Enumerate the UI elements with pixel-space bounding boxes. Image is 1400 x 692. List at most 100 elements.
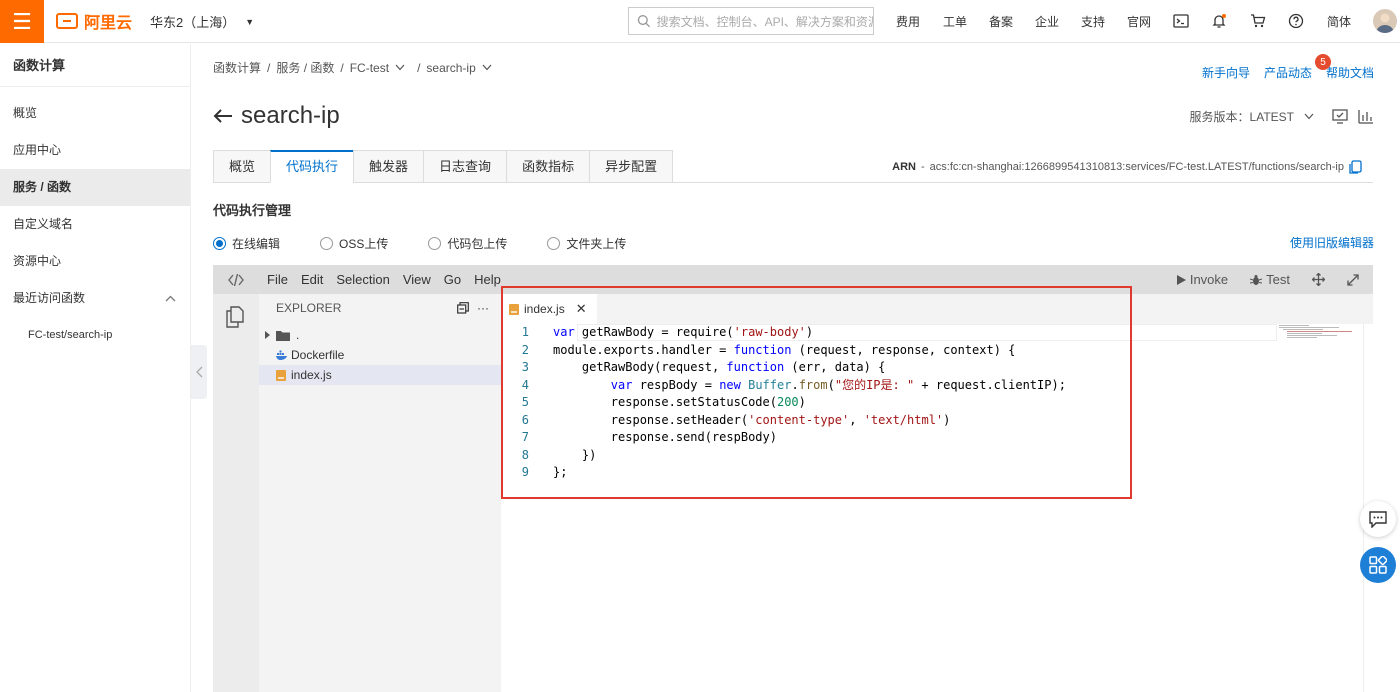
radio-dot <box>320 237 334 250</box>
ide-menu-help[interactable]: Help <box>474 272 501 287</box>
test-button[interactable]: Test <box>1250 272 1290 287</box>
avatar[interactable] <box>1373 9 1397 33</box>
hamburger-menu-button[interactable]: ☰ <box>0 0 44 43</box>
code-text: response.setHeader('content-type', 'text… <box>553 412 951 427</box>
close-icon[interactable]: ✕ <box>576 301 587 317</box>
news-link[interactable]: 产品动态 <box>1264 64 1312 81</box>
helper-links: 新手向导 产品动态 帮助文档 <box>1202 64 1374 81</box>
code-area[interactable]: 1 var getRawBody = require('raw-body') 2m… <box>501 324 1363 494</box>
apps-icon <box>1369 556 1387 574</box>
tab-logs[interactable]: 日志查询 <box>423 150 507 183</box>
metrics-icon[interactable] <box>1358 109 1374 124</box>
tab-async-config[interactable]: 异步配置 <box>589 150 674 183</box>
code-line: 9}; <box>501 464 1363 482</box>
ide-menu-edit[interactable]: Edit <box>301 272 323 287</box>
cart-icon[interactable] <box>1248 11 1268 31</box>
ide-menu-selection[interactable]: Selection <box>336 272 389 287</box>
breadcrumb-services[interactable]: 服务 / 函数 <box>276 59 334 76</box>
radio-oss-upload[interactable]: OSS上传 <box>320 235 388 252</box>
sidebar-item-app-center[interactable]: 应用中心 <box>0 132 190 169</box>
nav-support[interactable]: 支持 <box>1081 0 1105 43</box>
feedback-button[interactable] <box>1360 501 1396 537</box>
docs-link[interactable]: 帮助文档 <box>1326 64 1374 81</box>
sidebar-collapse-handle[interactable] <box>191 345 207 399</box>
radio-folder-upload[interactable]: 文件夹上传 <box>547 235 626 252</box>
fullscreen-icon[interactable] <box>1347 273 1359 286</box>
ide-menu-go[interactable]: Go <box>444 272 461 287</box>
region-selector[interactable]: 华东2（上海） ▼ <box>150 0 254 43</box>
radio-online-edit[interactable]: 在线编辑 <box>213 235 280 252</box>
explorer-header: EXPLORER ··· <box>259 294 501 322</box>
nav-tickets[interactable]: 工单 <box>943 0 967 43</box>
current-line-highlight <box>577 324 1277 341</box>
breadcrumb-fc[interactable]: 函数计算 <box>213 59 261 76</box>
tree-file-label: Dockerfile <box>291 348 345 362</box>
line-number: 8 <box>521 447 529 462</box>
chevron-left-icon <box>195 366 202 378</box>
move-icon[interactable] <box>1312 273 1325 286</box>
chevron-down-icon <box>1304 113 1314 120</box>
version-label: 服务版本：LATEST <box>1189 110 1294 124</box>
terminal-icon[interactable] <box>1171 11 1191 31</box>
breadcrumb-service[interactable]: FC-test <box>350 61 389 75</box>
nav-fees-label: 费用 <box>896 15 921 29</box>
tab-metrics[interactable]: 函数指标 <box>506 150 590 183</box>
sidebar-recent-function-link[interactable]: FC-test/search-ip <box>0 317 190 354</box>
radio-label: 文件夹上传 <box>566 237 627 251</box>
breadcrumb: 函数计算 / 服务 / 函数 / FC-test / search-ip <box>213 59 492 76</box>
nav-enterprise[interactable]: 企业 <box>1035 0 1059 43</box>
guide-link[interactable]: 新手向导 <box>1202 64 1250 81</box>
tab-code[interactable]: 代码执行 <box>270 150 354 183</box>
tab-overview[interactable]: 概览 <box>213 150 271 183</box>
nav-fees[interactable]: 费用 <box>896 0 920 43</box>
ide-explorer: EXPLORER ··· . Dockerfile index.js <box>259 294 501 692</box>
tree-file-dockerfile[interactable]: Dockerfile <box>259 345 501 365</box>
sidebar-item-resource-center[interactable]: 资源中心 <box>0 243 190 280</box>
ide-menu-view[interactable]: View <box>403 272 431 287</box>
chevron-down-icon[interactable] <box>482 64 492 71</box>
language-switch[interactable]: 简体 <box>1327 0 1351 43</box>
copy-icon[interactable] <box>1349 160 1362 174</box>
publish-icon[interactable] <box>1332 109 1348 124</box>
code-minimap[interactable] <box>1273 324 1363 340</box>
collapse-all-icon[interactable] <box>457 302 469 314</box>
sidebar-item-custom-domain[interactable]: 自定义域名 <box>0 206 190 243</box>
sidebar-item-recent-functions[interactable]: 最近访问函数 <box>0 280 190 317</box>
more-actions-icon[interactable]: ··· <box>477 294 489 322</box>
radio-zip-upload[interactable]: 代码包上传 <box>428 235 507 252</box>
code-line: 2 module.exports.handler = function (requ… <box>501 342 1363 360</box>
explorer-files-icon[interactable] <box>225 306 245 331</box>
bug-icon <box>1250 274 1263 285</box>
nav-website[interactable]: 官网 <box>1127 0 1151 43</box>
sidebar-recent-label: 最近访问函数 <box>13 291 86 305</box>
code-text: response.send(respBody) <box>553 430 777 444</box>
back-arrow-icon[interactable] <box>213 108 233 124</box>
chat-icon <box>1369 510 1387 528</box>
quick-tools-button[interactable] <box>1360 547 1396 583</box>
global-search-input[interactable]: 搜索文档、控制台、API、解决方案和资源 <box>628 7 874 35</box>
chevron-up-icon <box>165 280 176 317</box>
version-selector[interactable]: 服务版本：LATEST <box>1190 108 1374 125</box>
editor-tab-index-js[interactable]: index.js ✕ <box>501 294 597 324</box>
code-text: response.setStatusCode(200) <box>553 395 806 409</box>
bell-icon[interactable] <box>1209 11 1229 31</box>
ide-menu-file[interactable]: File <box>267 272 288 287</box>
tree-folder-root[interactable]: . <box>259 325 501 345</box>
sidebar-item-services-functions[interactable]: 服务 / 函数 <box>0 169 190 206</box>
use-old-editor-link[interactable]: 使用旧版编辑器 <box>1290 234 1374 251</box>
aliyun-logo[interactable]: 阿里云 <box>56 10 132 32</box>
sidebar-item-overview[interactable]: 概览 <box>0 95 190 132</box>
invoke-button[interactable]: Invoke <box>1176 272 1228 287</box>
breadcrumb-function[interactable]: search-ip <box>426 61 475 75</box>
ide-activity-bar <box>213 294 259 692</box>
caret-right-icon <box>265 331 270 339</box>
news-count-badge: 5 <box>1315 54 1331 70</box>
tab-triggers[interactable]: 触发器 <box>353 150 424 183</box>
chevron-down-icon[interactable] <box>395 64 405 71</box>
folder-icon <box>276 330 290 341</box>
help-icon[interactable] <box>1286 11 1306 31</box>
code-line: 6 response.setHeader('content-type', 'te… <box>501 412 1363 430</box>
code-editor: index.js ✕ 1 var getRawBody = require('ra… <box>501 294 1373 692</box>
tree-file-index-js[interactable]: index.js <box>259 365 501 385</box>
nav-icp[interactable]: 备案 <box>989 0 1013 43</box>
